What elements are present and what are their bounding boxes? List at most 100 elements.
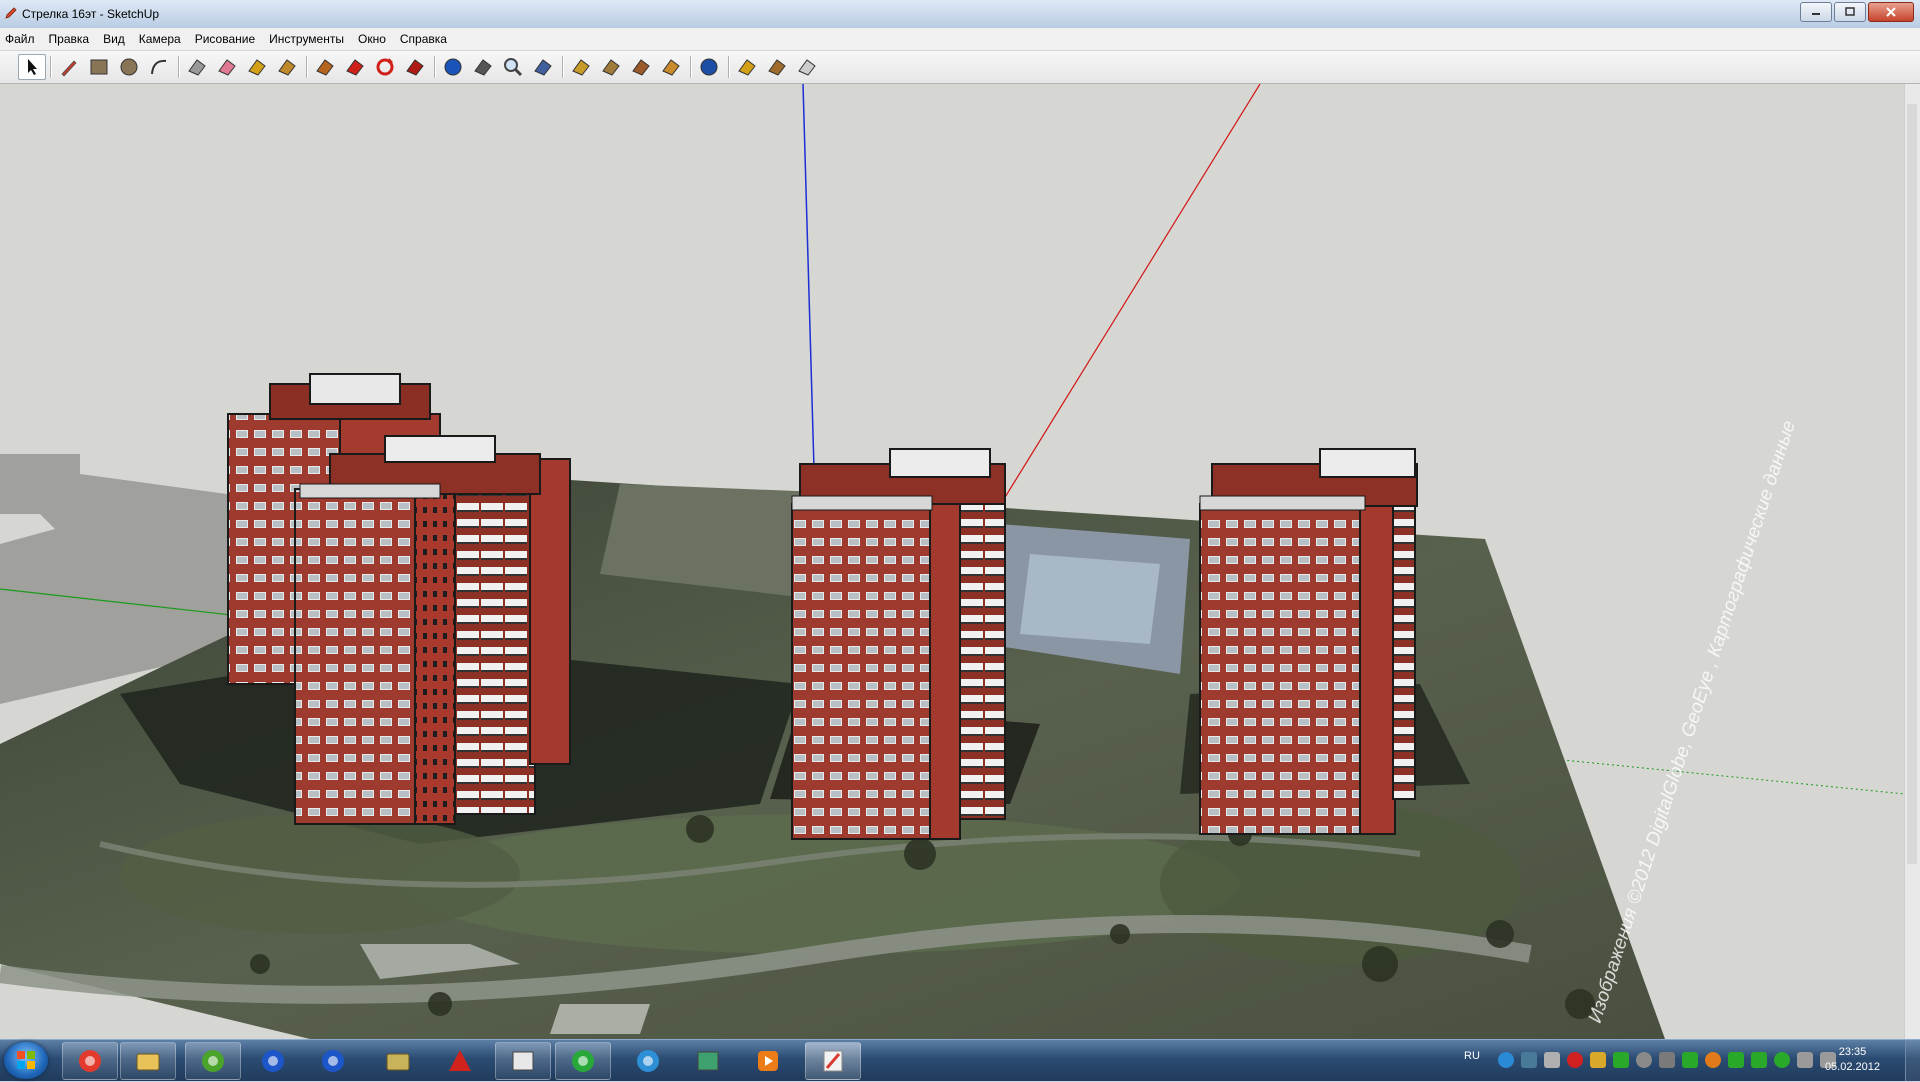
tool-position-camera[interactable] — [628, 55, 654, 79]
taskbar-app-media-player[interactable] — [740, 1042, 796, 1080]
tool-circle[interactable] — [116, 55, 142, 79]
maximize-icon — [1845, 7, 1855, 16]
tool-share-component[interactable] — [794, 55, 820, 79]
tool-next-view[interactable] — [598, 55, 624, 79]
tool-previous-view[interactable] — [568, 55, 594, 79]
language-indicator[interactable]: RU — [1464, 1050, 1480, 1062]
tool-tape-measure[interactable] — [244, 55, 270, 79]
tray-app-icon[interactable] — [1705, 1052, 1721, 1068]
tray-app-icon[interactable] — [1613, 1052, 1629, 1068]
tray-app-icon[interactable] — [1567, 1052, 1583, 1068]
building-front-left — [294, 435, 571, 825]
viewport-scrollbar[interactable] — [1904, 84, 1920, 1039]
share-component-icon — [798, 59, 816, 76]
menu-file[interactable]: Файл — [0, 28, 42, 50]
tool-orbit[interactable] — [440, 55, 466, 79]
menu-draw[interactable]: Рисование — [188, 28, 262, 50]
tool-select[interactable] — [18, 54, 46, 80]
chrome-icon — [79, 1050, 101, 1072]
taskbar-app-sketchup-task[interactable] — [805, 1042, 861, 1080]
taskbar-app-at-mail[interactable] — [555, 1042, 611, 1080]
tray-app-icon[interactable] — [1636, 1052, 1652, 1068]
tool-look-around[interactable] — [696, 55, 722, 79]
menu-window[interactable]: Окно — [351, 28, 393, 50]
taskbar-app-autocad[interactable] — [432, 1042, 488, 1080]
move-icon — [346, 59, 364, 76]
paint-bucket-icon — [278, 59, 296, 76]
arc-icon — [151, 59, 167, 75]
start-button[interactable] — [4, 1042, 48, 1079]
sketchup-pencil-icon — [5, 7, 17, 19]
tool-zoom-extents[interactable] — [530, 55, 556, 79]
system-tray: RU 23:35 05.02.2012 — [1450, 1040, 1920, 1081]
blue-axis — [802, 84, 816, 505]
windows-taskbar: RU 23:35 05.02.2012 — [0, 1039, 1920, 1081]
maximize-button[interactable] — [1834, 2, 1866, 22]
tray-app-icon[interactable] — [1682, 1052, 1698, 1068]
blue-orb-icon — [262, 1050, 284, 1072]
tool-paint-bucket[interactable] — [274, 55, 300, 79]
toolbar-separator — [562, 56, 564, 78]
tool-offset[interactable] — [402, 55, 428, 79]
tool-push-pull[interactable] — [312, 55, 338, 79]
window-title: Стрелка 16эт - SketchUp — [22, 7, 160, 21]
tray-app-icon[interactable] — [1797, 1052, 1813, 1068]
minimize-button[interactable] — [1800, 2, 1832, 22]
toolbar-separator — [728, 56, 730, 78]
clock[interactable]: 23:35 05.02.2012 — [1825, 1045, 1880, 1075]
taskbar-app-scanner[interactable] — [370, 1042, 426, 1080]
menu-view[interactable]: Вид — [96, 28, 132, 50]
ground-watermark-text: Изображения ©2012 DigitalGlobe, GeoEye ,… — [1585, 418, 1800, 1025]
taskbar-app-icq-four[interactable] — [620, 1042, 676, 1080]
tool-zoom[interactable] — [500, 55, 526, 79]
taskbar-app-gem[interactable] — [680, 1042, 736, 1080]
tray-app-icon[interactable] — [1544, 1052, 1560, 1068]
taskbar-app-utorrent[interactable] — [185, 1042, 241, 1080]
tool-make-component[interactable] — [184, 55, 210, 79]
tray-app-icon[interactable] — [1498, 1052, 1514, 1068]
zoom-extents-icon — [534, 59, 552, 76]
tool-walk[interactable] — [658, 55, 684, 79]
scrollbar-thumb[interactable] — [1907, 104, 1917, 864]
get-models-icon — [738, 59, 756, 76]
tray-app-icon[interactable] — [1728, 1052, 1744, 1068]
tray-app-icon[interactable] — [1774, 1052, 1790, 1068]
previous-view-icon — [572, 59, 590, 76]
menu-tools[interactable]: Инструменты — [262, 28, 351, 50]
tool-pencil-line[interactable] — [56, 55, 82, 79]
tray-app-icon[interactable] — [1751, 1052, 1767, 1068]
sketchup-window-icon — [512, 1051, 534, 1071]
tray-app-icon[interactable] — [1659, 1052, 1675, 1068]
taskbar-app-blue-orb-2[interactable] — [305, 1042, 361, 1080]
show-desktop-button[interactable] — [1905, 1040, 1920, 1081]
rectangle-icon — [90, 59, 108, 75]
tool-get-models[interactable] — [734, 55, 760, 79]
scanner-icon — [386, 1053, 410, 1071]
toolbar-separator — [690, 56, 692, 78]
tray-app-icon[interactable] — [1590, 1052, 1606, 1068]
model-viewport[interactable]: Изображения ©2012 DigitalGlobe, GeoEye ,… — [0, 84, 1905, 1039]
menu-edit[interactable]: Правка — [42, 28, 97, 50]
menu-camera[interactable]: Камера — [132, 28, 188, 50]
tool-share-model[interactable] — [764, 55, 790, 79]
tool-eraser[interactable] — [214, 55, 240, 79]
menu-bar: Файл Правка Вид Камера Рисование Инструм… — [0, 28, 1920, 51]
tool-rotate[interactable] — [372, 55, 398, 79]
tool-pan[interactable] — [470, 55, 496, 79]
media-player-icon — [758, 1051, 778, 1071]
taskbar-app-sketchup-window[interactable] — [495, 1042, 551, 1080]
close-button[interactable] — [1868, 2, 1914, 22]
menu-help[interactable]: Справка — [393, 28, 454, 50]
taskbar-app-file-explorer[interactable] — [120, 1042, 176, 1080]
taskbar-app-chrome[interactable] — [62, 1042, 118, 1080]
walk-icon — [662, 59, 680, 76]
tool-rectangle[interactable] — [86, 55, 112, 79]
tool-arc[interactable] — [146, 55, 172, 79]
offset-icon — [406, 59, 424, 76]
taskbar-app-blue-orb[interactable] — [245, 1042, 301, 1080]
tool-move[interactable] — [342, 55, 368, 79]
tray-app-icon[interactable] — [1521, 1052, 1537, 1068]
share-model-icon — [768, 59, 786, 76]
icq-four-icon — [637, 1050, 659, 1072]
pan-icon — [474, 59, 492, 76]
